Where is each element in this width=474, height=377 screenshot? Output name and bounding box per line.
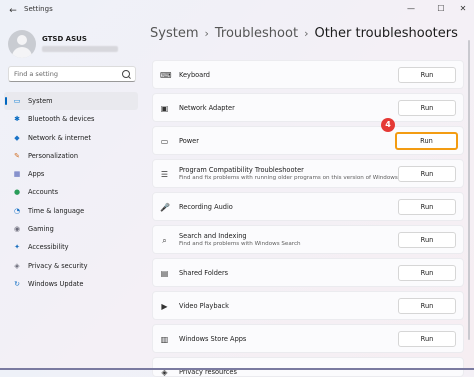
troubleshooter-title: Shared Folders	[179, 269, 229, 277]
sidebar-item-bluetooth-devices[interactable]: ✱ Bluetooth & devices	[4, 110, 138, 128]
sidebar-item-personalization[interactable]: ✎ Personalization	[4, 147, 138, 165]
troubleshooter-title: Network Adapter	[179, 104, 235, 112]
troubleshooter-icon: ▭	[160, 137, 169, 146]
sidebar-icon: ◔	[13, 206, 21, 215]
user-name: GTSD ASUS	[42, 35, 87, 43]
user-email-redacted	[42, 46, 118, 52]
run-button[interactable]: Run	[398, 331, 456, 347]
run-button[interactable]: Run	[398, 100, 456, 116]
sidebar-item-label: Bluetooth & devices	[28, 115, 95, 124]
breadcrumb-separator: ›	[204, 27, 209, 40]
maximize-button[interactable]: ☐	[430, 2, 452, 16]
sidebar-icon: ↻	[14, 279, 20, 288]
avatar	[8, 30, 36, 58]
troubleshooter-row-keyboard: ⌨ Keyboard Run	[152, 60, 464, 89]
troubleshooter-title: Search and Indexing	[179, 232, 247, 240]
sidebar-item-label: Accounts	[28, 188, 59, 197]
troubleshooter-row-power: ▭ Power Run 4	[152, 118, 464, 155]
troubleshooter-row-search-and-indexing: ⌕ Search and Indexing Find and fix problem…	[152, 225, 464, 254]
sidebar-item-privacy-security[interactable]: ◈ Privacy & security	[4, 257, 138, 275]
settings-window: ← Settings — ☐ ✕ GTSD ASUS Find a settin…	[0, 0, 474, 377]
troubleshooter-title: Recording Audio	[179, 203, 233, 211]
troubleshooter-icon: ▶	[161, 302, 168, 311]
sidebar-item-label: Privacy & security	[28, 261, 88, 270]
sidebar-item-label: Time & language	[28, 206, 85, 215]
sidebar-icon: ▭	[13, 97, 21, 105]
sidebar-item-system[interactable]: ▭ System	[4, 92, 138, 111]
close-button[interactable]: ✕	[452, 2, 474, 16]
troubleshooter-title: Keyboard	[179, 71, 210, 79]
sidebar-icon: ◉	[13, 225, 21, 234]
sidebar-item-label: Apps	[28, 170, 45, 179]
search-input[interactable]: Find a setting	[8, 66, 136, 82]
troubleshooter-title: Windows Store Apps	[179, 335, 247, 343]
sidebar-nav: ▭ System ✱ Bluetooth & devices ◆ Network & in…	[4, 92, 138, 293]
title-bar: ← Settings — ☐ ✕	[0, 0, 474, 22]
troubleshooter-title: Program Compatibility Troubleshooter	[179, 166, 304, 174]
sidebar-item-label: Network & internet	[28, 133, 91, 142]
sidebar-item-accessibility[interactable]: ✦ Accessibility	[4, 238, 138, 256]
sidebar-item-apps[interactable]: ▦ Apps	[4, 165, 138, 183]
troubleshooter-row-program-compatibility-troubleshooter: ☰ Program Compatibility Troubleshooter Fin…	[152, 159, 464, 188]
sidebar-item-network-internet[interactable]: ◆ Network & internet	[4, 129, 138, 147]
main-content: System › Troubleshoot › Other troubleshooter…	[150, 22, 474, 377]
sidebar-icon: ✦	[14, 243, 20, 252]
breadcrumb-separator: ›	[304, 27, 309, 40]
run-button[interactable]: Run	[398, 166, 456, 182]
sidebar-item-label: Windows Update	[28, 279, 84, 288]
troubleshooter-icon: ▣	[160, 104, 169, 113]
sidebar-item-gaming[interactable]: ◉ Gaming	[4, 220, 138, 238]
sidebar-icon: ●	[13, 188, 21, 197]
troubleshooter-description: Find and fix problems with running older…	[179, 175, 400, 181]
run-button[interactable]: Run	[398, 298, 456, 314]
troubleshooter-icon: ☰	[160, 170, 169, 179]
troubleshooter-icon: ⌨	[160, 71, 172, 80]
troubleshooter-row-windows-store-apps: ▥ Windows Store Apps Run	[152, 324, 464, 353]
sidebar-icon: ◆	[14, 133, 20, 142]
troubleshooter-icon: ⌕	[162, 236, 167, 245]
breadcrumb: System › Troubleshoot › Other troubleshooter…	[150, 26, 458, 41]
run-button[interactable]: Run	[398, 67, 456, 83]
troubleshooter-title: Power	[179, 137, 199, 145]
back-arrow-icon[interactable]: ←	[6, 4, 20, 18]
sidebar-item-windows-update[interactable]: ↻ Windows Update	[4, 275, 138, 293]
sidebar-item-label: Gaming	[28, 225, 54, 234]
step-number-badge: 4	[381, 118, 395, 132]
breadcrumb-troubleshoot[interactable]: Troubleshoot	[215, 26, 298, 41]
troubleshooter-description: Find and fix problems with Windows Searc…	[179, 241, 301, 247]
troubleshooter-icon: ▥	[160, 335, 169, 344]
sidebar-item-time-language[interactable]: ◔ Time & language	[4, 202, 138, 220]
run-button[interactable]: Run	[398, 265, 456, 281]
troubleshooter-row-network-adapter: ▣ Network Adapter Run	[152, 93, 464, 122]
troubleshooter-icon: 🎤	[160, 203, 170, 212]
sidebar-icon: ✎	[14, 151, 20, 160]
sidebar-item-accounts[interactable]: ● Accounts	[4, 183, 138, 201]
minimize-button[interactable]: —	[400, 2, 422, 16]
page-title: Other troubleshooters	[314, 26, 458, 41]
user-profile[interactable]: GTSD ASUS	[8, 28, 144, 60]
sidebar-icon: ◈	[14, 261, 20, 270]
run-button[interactable]: Run	[395, 132, 458, 150]
sidebar-item-label: Personalization	[28, 151, 78, 160]
app-title: Settings	[24, 5, 53, 13]
sidebar-item-label: Accessibility	[28, 243, 69, 252]
sidebar-icon: ✱	[14, 115, 20, 124]
troubleshooter-icon: ▤	[160, 269, 169, 278]
breadcrumb-system[interactable]: System	[150, 26, 198, 41]
run-button[interactable]: Run	[398, 199, 456, 215]
sidebar: GTSD ASUS Find a setting ▭ System ✱ Bluetoo…	[0, 22, 146, 370]
search-icon	[122, 70, 130, 78]
troubleshooter-row-privacy-resources: ◈ Privacy resources	[152, 357, 464, 377]
troubleshooter-row-recording-audio: 🎤 Recording Audio Run	[152, 192, 464, 221]
sidebar-item-label: System	[28, 97, 53, 105]
search-placeholder: Find a setting	[14, 70, 58, 78]
troubleshooter-row-video-playback: ▶ Video Playback Run	[152, 291, 464, 320]
run-button[interactable]: Run	[398, 232, 456, 248]
troubleshooter-title: Video Playback	[179, 302, 229, 310]
scrollbar[interactable]	[468, 40, 470, 340]
sidebar-icon: ▦	[13, 170, 21, 179]
troubleshooter-row-shared-folders: ▤ Shared Folders Run	[152, 258, 464, 287]
